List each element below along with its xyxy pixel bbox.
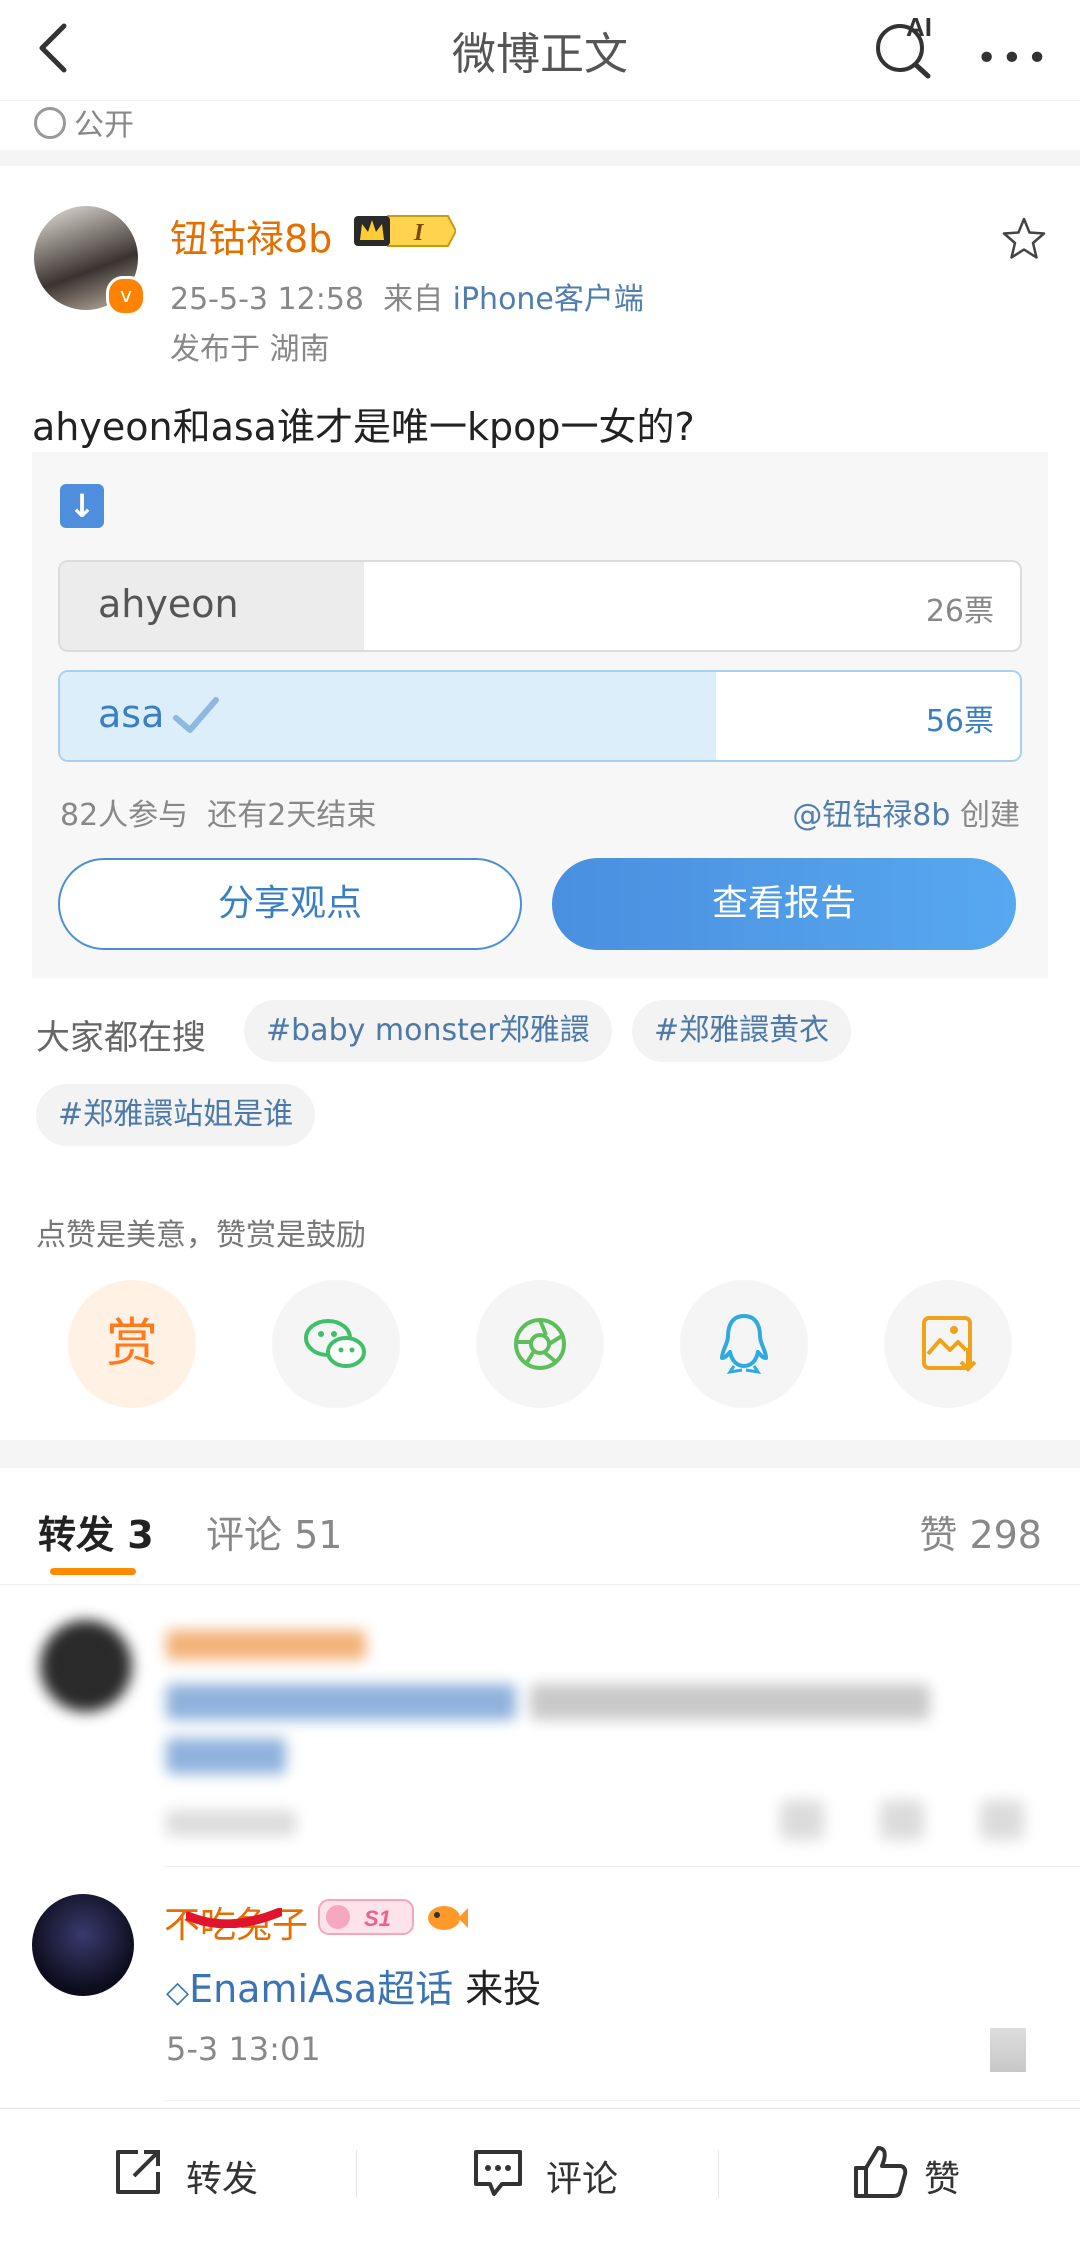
post-meta: 25-5-3 12:58 来自 iPhone客户端 [170, 274, 644, 318]
poll-creator-suffix: 创建 [950, 798, 1020, 833]
poll-option-votes: 26票 [925, 594, 994, 629]
poll-option-label: asa [98, 692, 165, 736]
row-divider [164, 1866, 1080, 1867]
tab-forwards[interactable]: 转发 3 [38, 1504, 154, 1559]
section-divider [0, 1440, 1080, 1468]
bottom-separator [718, 2150, 719, 2198]
visibility-status: 公开 [34, 100, 134, 144]
ai-search-icon[interactable]: AI [868, 10, 948, 80]
comment-label: 评论 [546, 2159, 619, 2200]
poll-remaining: 还有2天结束 [207, 798, 377, 833]
fish-badge-icon [428, 1906, 468, 1930]
tab-divider [0, 1584, 1080, 1585]
trending-tag[interactable]: #郑雅譞黄衣 [632, 1000, 852, 1062]
like-hint: 点赞是美意，赞赏是鼓励 [36, 1218, 366, 1253]
verified-badge-icon: v [106, 276, 146, 316]
save-image-button[interactable] [884, 1280, 1012, 1408]
comment-body: 来投 [453, 1967, 542, 2011]
reward-button[interactable]: 赏 [68, 1280, 196, 1408]
selected-check-icon [173, 697, 219, 733]
trending-label: 大家都在搜 [36, 1018, 206, 1058]
share-opinion-button[interactable]: 分享观点 [58, 858, 522, 950]
poll-option-label: ahyeon [98, 582, 239, 626]
commenter-avatar[interactable] [32, 1894, 134, 1996]
down-arrow-icon: ↓ [60, 484, 104, 528]
more-options-icon[interactable]: ••• [976, 38, 1052, 79]
moments-icon [514, 1318, 566, 1370]
like-label: 赞 [924, 2159, 961, 2200]
comment-time: 5-3 13:01 [166, 2030, 321, 2068]
poll-option-votes: 56票 [925, 704, 994, 739]
poll-option-ahyeon[interactable]: ahyeon 26票 [58, 560, 1022, 652]
post-timestamp: 25-5-3 12:58 [170, 282, 364, 317]
post-text: ahyeon和asa谁才是唯一kpop一女的? [32, 405, 695, 449]
trending-tag[interactable]: #baby monster郑雅譞 [244, 1000, 612, 1062]
super-topic-link[interactable]: EnamiAsa超话 [189, 1967, 453, 2011]
qq-icon [720, 1314, 768, 1375]
wechat-icon [304, 1319, 366, 1368]
trending-tag[interactable]: #郑雅譞站姐是谁 [36, 1084, 316, 1146]
comment-action-placeholder [990, 2028, 1026, 2072]
active-tab-indicator [50, 1568, 136, 1575]
globe-icon [34, 107, 66, 139]
fan-level: S1 [364, 1906, 391, 1931]
source-prefix: 来自 [383, 282, 444, 317]
favorite-star-icon[interactable] [1000, 215, 1048, 263]
forward-label: 转发 [186, 2159, 259, 2200]
comment-icon [474, 2150, 522, 2196]
forward-icon [116, 2150, 160, 2194]
member-level: I [413, 220, 425, 246]
redaction-scribble [186, 1908, 282, 1928]
share-qq-button[interactable] [680, 1280, 808, 1408]
tab-likes[interactable]: 赞 298 [919, 1504, 1042, 1559]
member-crown-badge-icon[interactable]: I [352, 210, 456, 252]
blurred-repost-row [0, 1600, 1080, 1860]
view-report-button[interactable]: 查看报告 [552, 858, 1016, 950]
poll-creator: @钮钴禄8b 创建 [792, 790, 1020, 834]
poll-participants: 82人参与 [60, 798, 189, 833]
post-location: 发布于 湖南 [170, 332, 330, 367]
share-moments-button[interactable] [476, 1280, 604, 1408]
bottom-separator [356, 2150, 357, 2198]
comment-text: ◇EnamiAsa超话 来投 [166, 1958, 541, 2013]
poll-creator-link[interactable]: @钮钴禄8b [792, 798, 950, 833]
thumbs-up-icon [854, 2146, 908, 2198]
diamond-icon: ◇ [166, 1975, 190, 2010]
section-divider [0, 150, 1080, 166]
author-name[interactable]: 钮钴禄8b [170, 208, 332, 263]
post-source-link[interactable]: iPhone客户端 [453, 282, 644, 317]
share-wechat-button[interactable] [272, 1280, 400, 1408]
poll-option-asa[interactable]: asa 56票 [58, 670, 1022, 762]
ai-label: AI [906, 12, 932, 42]
tab-comments[interactable]: 评论 51 [206, 1504, 342, 1559]
poll-info: 82人参与 还有2天结束 [60, 790, 376, 834]
row-divider [164, 2100, 1080, 2101]
fan-level-badge-icon: S1 [318, 1899, 414, 1935]
save-image-icon [922, 1316, 977, 1372]
